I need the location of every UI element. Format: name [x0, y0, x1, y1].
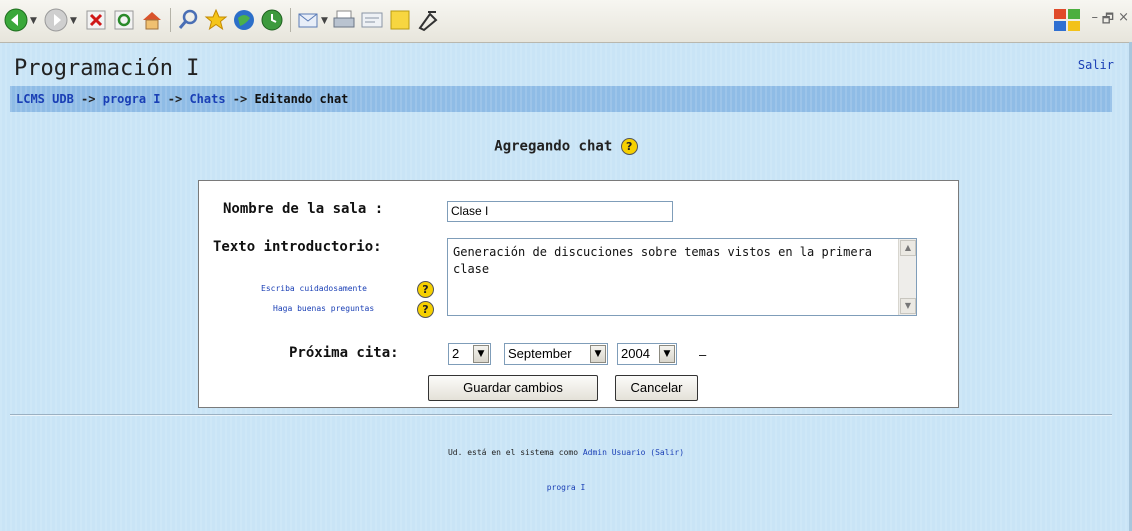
good-questions-link[interactable]: Haga buenas preguntas [273, 304, 374, 313]
intro-textarea[interactable]: Generación de discuciones sobre temas vi… [447, 238, 917, 316]
chevron-down-icon[interactable]: ▼ [473, 345, 489, 363]
print-icon[interactable] [332, 8, 356, 32]
chevron-down-icon[interactable]: ▼ [659, 345, 675, 363]
date-dash: – [699, 347, 707, 362]
next-date-label: Próxima cita: [289, 345, 399, 361]
breadcrumb: LCMS UDB -> progra I -> Chats -> Editand… [10, 86, 1112, 112]
page-title: Programación I [14, 56, 200, 81]
day-select[interactable]: 2 ▼ [448, 343, 491, 365]
browser-toolbar: ▼ ▼ ▼ – 🗗 × [0, 0, 1132, 43]
toolbar-separator [170, 8, 171, 32]
edit-icon[interactable] [360, 8, 384, 32]
help-icon[interactable]: ? [417, 281, 434, 298]
course-link[interactable]: progra I [547, 483, 586, 492]
toolbar-separator [290, 8, 291, 32]
form-heading: Agregando chat ? [0, 138, 1132, 155]
mail-dropdown-icon[interactable]: ▼ [321, 16, 328, 26]
intro-text-label: Texto introductorio: [213, 239, 382, 255]
stop-icon[interactable] [84, 8, 108, 32]
footer-divider [10, 414, 1112, 416]
chevron-down-icon[interactable]: ▼ [590, 345, 606, 363]
messenger-icon[interactable] [388, 8, 412, 32]
intro-textarea-text: Generación de discuciones sobre temas vi… [453, 245, 873, 276]
forward-icon[interactable] [44, 8, 68, 32]
save-button[interactable]: Guardar cambios [428, 375, 598, 401]
textarea-scrollbar[interactable]: ▲ ▼ [898, 239, 916, 315]
favorites-icon[interactable] [204, 8, 228, 32]
history-icon[interactable] [260, 8, 284, 32]
tool-icon[interactable] [416, 8, 440, 32]
user-link[interactable]: Admin Usuario [583, 448, 646, 457]
close-icon[interactable]: × [1118, 10, 1129, 25]
month-select[interactable]: September ▼ [504, 343, 608, 365]
room-name-input[interactable]: Clase I [447, 201, 673, 222]
breadcrumb-separator: -> [81, 92, 96, 106]
year-select[interactable]: 2004 ▼ [617, 343, 677, 365]
room-name-label: Nombre de la sala : [223, 201, 384, 217]
breadcrumb-course-link[interactable]: progra I [103, 92, 161, 106]
help-icon[interactable]: ? [620, 138, 638, 155]
forward-dropdown-icon[interactable]: ▼ [70, 16, 77, 26]
course-footer: progra I [0, 483, 1132, 492]
day-select-value: 2 [452, 346, 460, 361]
breadcrumb-separator: -> [167, 92, 183, 106]
scroll-up-icon[interactable]: ▲ [900, 240, 916, 256]
breadcrumb-chats-link[interactable]: Chats [189, 92, 225, 106]
help-icon[interactable]: ? [417, 301, 434, 318]
breadcrumb-lcms-link[interactable]: LCMS UDB [16, 92, 74, 106]
restore-icon[interactable]: 🗗 [1102, 10, 1114, 32]
windows-logo-icon [1052, 6, 1082, 34]
footer-logout-link[interactable]: (Salir) [650, 448, 684, 457]
year-select-value: 2004 [621, 346, 650, 361]
cancel-button[interactable]: Cancelar [615, 375, 698, 401]
back-icon[interactable] [4, 8, 28, 32]
logged-in-prefix: Ud. está en el sistema como [447, 448, 579, 457]
breadcrumb-current: Editando chat [254, 92, 349, 106]
chat-form: Nombre de la sala : Clase I Texto introd… [198, 180, 959, 408]
form-heading-text: Agregando chat [494, 138, 613, 155]
home-icon[interactable] [140, 8, 164, 32]
logged-in-info: Ud. está en el sistema como Admin Usuari… [0, 448, 1132, 457]
media-icon[interactable] [232, 8, 256, 32]
write-carefully-link[interactable]: Escriba cuidadosamente [261, 284, 367, 293]
scroll-down-icon[interactable]: ▼ [900, 298, 916, 314]
breadcrumb-separator: -> [232, 92, 248, 106]
back-dropdown-icon[interactable]: ▼ [30, 16, 37, 26]
logout-link[interactable]: Salir [1078, 58, 1114, 72]
month-select-value: September [508, 346, 572, 361]
mail-icon[interactable] [296, 8, 320, 32]
refresh-icon[interactable] [112, 8, 136, 32]
minimize-icon[interactable]: – [1092, 10, 1099, 25]
search-icon[interactable] [176, 8, 200, 32]
